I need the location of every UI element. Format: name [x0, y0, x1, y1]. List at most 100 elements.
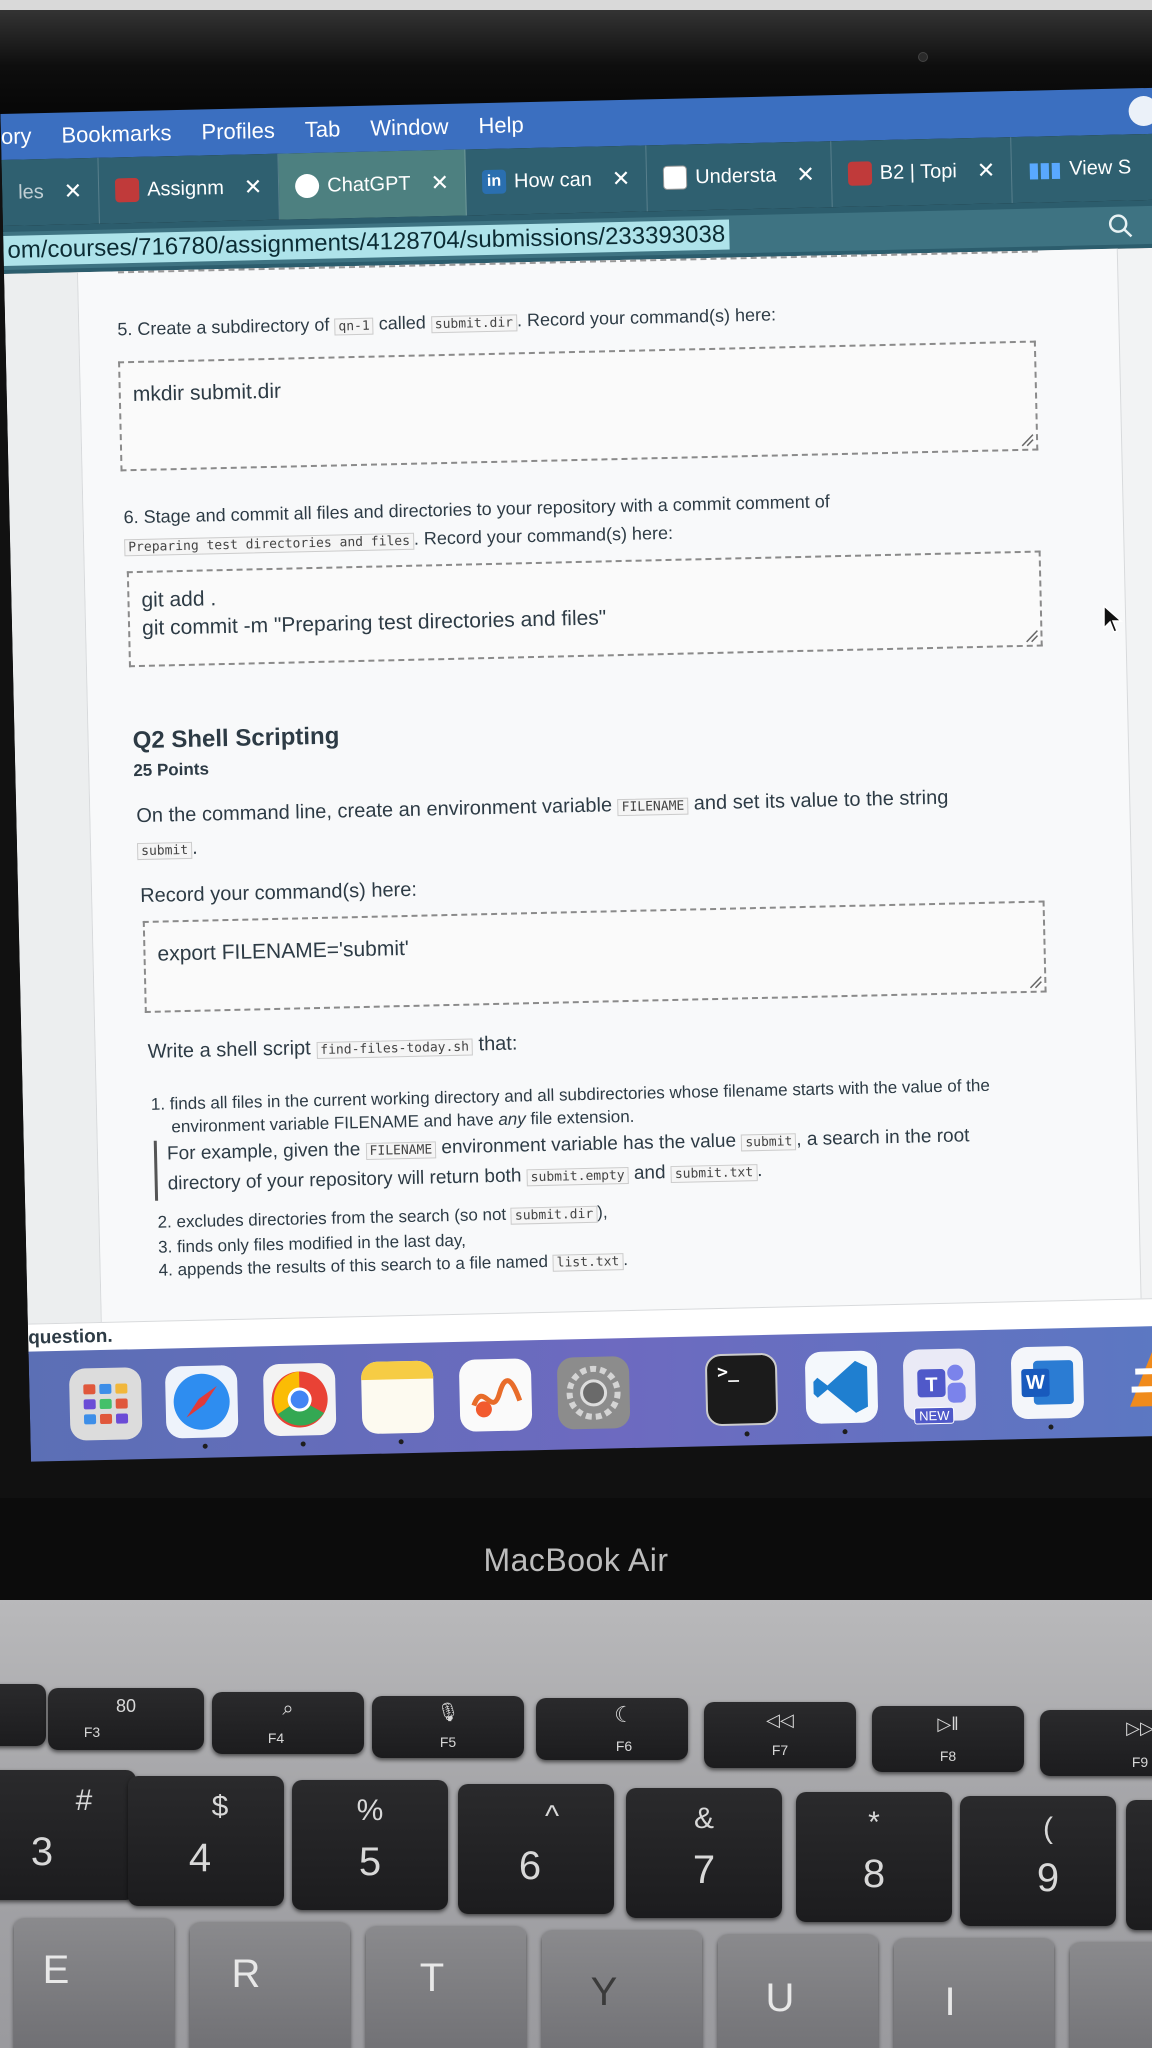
microphone-icon: 🎙 — [436, 1702, 460, 1722]
menu-item-history[interactable]: ory — [1, 123, 32, 150]
key-letter: T — [419, 1956, 445, 2000]
key-e[interactable]: E — [14, 1918, 174, 2048]
tab-linkedin[interactable]: in How can ✕ — [465, 145, 648, 216]
key-f3[interactable]: 80 F3 — [48, 1688, 204, 1750]
key-8[interactable]: * 8 — [796, 1792, 952, 1922]
key-7[interactable]: & 7 — [626, 1788, 782, 1918]
q5-answer-text[interactable]: mkdir submit.dir — [133, 380, 282, 406]
resize-handle-icon[interactable] — [1020, 433, 1034, 447]
tab-understand[interactable]: Understa ✕ — [646, 141, 833, 212]
camera-icon — [918, 52, 928, 62]
close-icon[interactable]: ✕ — [612, 166, 631, 192]
launchpad-icon[interactable] — [68, 1367, 143, 1441]
key-letter: I — [944, 1980, 956, 2024]
key-9[interactable]: ( 9 — [960, 1796, 1116, 1926]
zoom-icon[interactable] — [1107, 212, 1134, 239]
tab-chatgpt[interactable]: ChatGPT ✕ — [278, 149, 467, 220]
vscode-icon[interactable] — [804, 1350, 879, 1425]
key-r[interactable]: R — [190, 1922, 350, 2048]
key-6[interactable]: ^ 6 — [458, 1784, 614, 1914]
tab-title: How can — [513, 168, 593, 192]
key-f5[interactable]: 🎙 F5 — [372, 1696, 524, 1758]
q2-answer-text[interactable]: export FILENAME='submit' — [157, 937, 409, 966]
system-settings-icon[interactable] — [556, 1356, 631, 1430]
chrome-icon[interactable] — [262, 1362, 337, 1437]
item1-end: file extension. — [530, 1106, 635, 1129]
close-icon[interactable]: ✕ — [63, 178, 82, 204]
q5-answer-box[interactable]: mkdir submit.dir — [118, 340, 1039, 472]
key-letter: U — [765, 1976, 795, 2020]
terminal-icon[interactable]: >_ — [704, 1352, 779, 1427]
close-icon[interactable]: ✕ — [430, 170, 449, 196]
tab-les[interactable]: les ✕ — [1, 157, 100, 226]
menu-item-help[interactable]: Help — [478, 112, 524, 139]
key-f8[interactable]: ▷ǁ F8 — [872, 1706, 1024, 1772]
footer-text: question. — [27, 1325, 113, 1349]
example-end: . — [756, 1159, 763, 1182]
key-t[interactable]: T — [366, 1926, 526, 2048]
tab-b2-topic[interactable]: B2 | Topi ✕ — [831, 137, 1014, 208]
key-label: F9 — [1131, 1754, 1149, 1770]
menubar-status-icon[interactable] — [1126, 94, 1152, 129]
svg-text:W: W — [1026, 1372, 1045, 1394]
close-icon[interactable]: ✕ — [244, 174, 263, 200]
menu-item-profiles[interactable]: Profiles — [201, 118, 275, 146]
code-list-txt: list.txt — [552, 1253, 624, 1272]
key-f7[interactable]: ◁◁ F7 — [704, 1702, 856, 1768]
q2-intro-prefix: On the command line, create an environme… — [136, 794, 613, 828]
key-o-partial[interactable] — [1070, 1942, 1152, 2048]
item1-any: any — [498, 1109, 526, 1129]
menu-item-bookmarks[interactable]: Bookmarks — [61, 120, 172, 148]
tab-title: ChatGPT — [327, 172, 411, 197]
code-submit: submit — [136, 841, 193, 861]
key-f4[interactable]: ⌕ F4 — [212, 1692, 364, 1754]
key-digit: 3 — [30, 1830, 54, 1874]
q5-middle: called — [378, 312, 426, 334]
key-y[interactable]: Y — [542, 1930, 702, 2048]
key-f6[interactable]: ☾ F6 — [536, 1698, 688, 1760]
example-text-a: For example, given the — [166, 1139, 361, 1165]
tab-title: Understa — [694, 163, 777, 188]
teams-icon[interactable]: T NEW — [902, 1348, 977, 1425]
freeform-icon[interactable] — [458, 1358, 533, 1432]
terminal-glyph: >_ — [716, 1361, 740, 1384]
running-indicator — [202, 1443, 208, 1449]
mission-control-icon: 80 — [115, 1696, 137, 1716]
close-icon[interactable]: ✕ — [977, 157, 996, 183]
vlc-icon[interactable] — [1117, 1343, 1152, 1417]
resize-handle-icon[interactable] — [1028, 975, 1042, 989]
q2-title: Q2 Shell Scripting — [132, 722, 340, 755]
key-digit: 9 — [1036, 1856, 1060, 1900]
key-u[interactable]: U — [718, 1934, 878, 2048]
q6-suffix: . Record your command(s) here: — [413, 522, 674, 549]
key-3[interactable]: # 3 — [0, 1770, 136, 1900]
menu-item-tab[interactable]: Tab — [305, 116, 341, 143]
tab-view[interactable]: ▮▮▮ View S — [1012, 134, 1148, 203]
search-icon: ⌕ — [282, 1698, 294, 1720]
running-indicator — [300, 1441, 306, 1447]
key-digit: 4 — [188, 1836, 212, 1880]
key-symbol: ^ — [544, 1800, 560, 1833]
screen: ory Bookmarks Profiles Tab Window Help l… — [0, 70, 1152, 1498]
example-and: and — [633, 1162, 666, 1184]
key-letter: R — [231, 1952, 261, 1996]
key-f9[interactable]: ▷▷ F9 — [1040, 1710, 1152, 1776]
laptop-model-label: MacBook Air — [483, 1542, 669, 1578]
notes-icon[interactable] — [360, 1360, 435, 1435]
chatgpt-icon — [295, 173, 320, 199]
close-icon[interactable]: ✕ — [796, 162, 815, 188]
tab-assignment[interactable]: Assignm ✕ — [98, 153, 281, 224]
safari-icon[interactable] — [164, 1364, 239, 1439]
key-symbol: $ — [211, 1790, 229, 1823]
key-digit: 6 — [518, 1844, 542, 1888]
key-5[interactable]: % 5 — [292, 1780, 448, 1910]
code-qn-1: qn-1 — [334, 317, 374, 336]
key-i[interactable]: I — [894, 1938, 1054, 2048]
key-4[interactable]: $ 4 — [128, 1776, 284, 1906]
resize-handle-icon[interactable] — [1024, 629, 1039, 643]
chart-icon — [662, 165, 688, 190]
code-submit-empty: submit.empty — [526, 1167, 629, 1187]
key-0-partial[interactable] — [1126, 1800, 1152, 1930]
menu-item-window[interactable]: Window — [370, 114, 449, 142]
word-icon[interactable]: W — [1010, 1345, 1085, 1420]
